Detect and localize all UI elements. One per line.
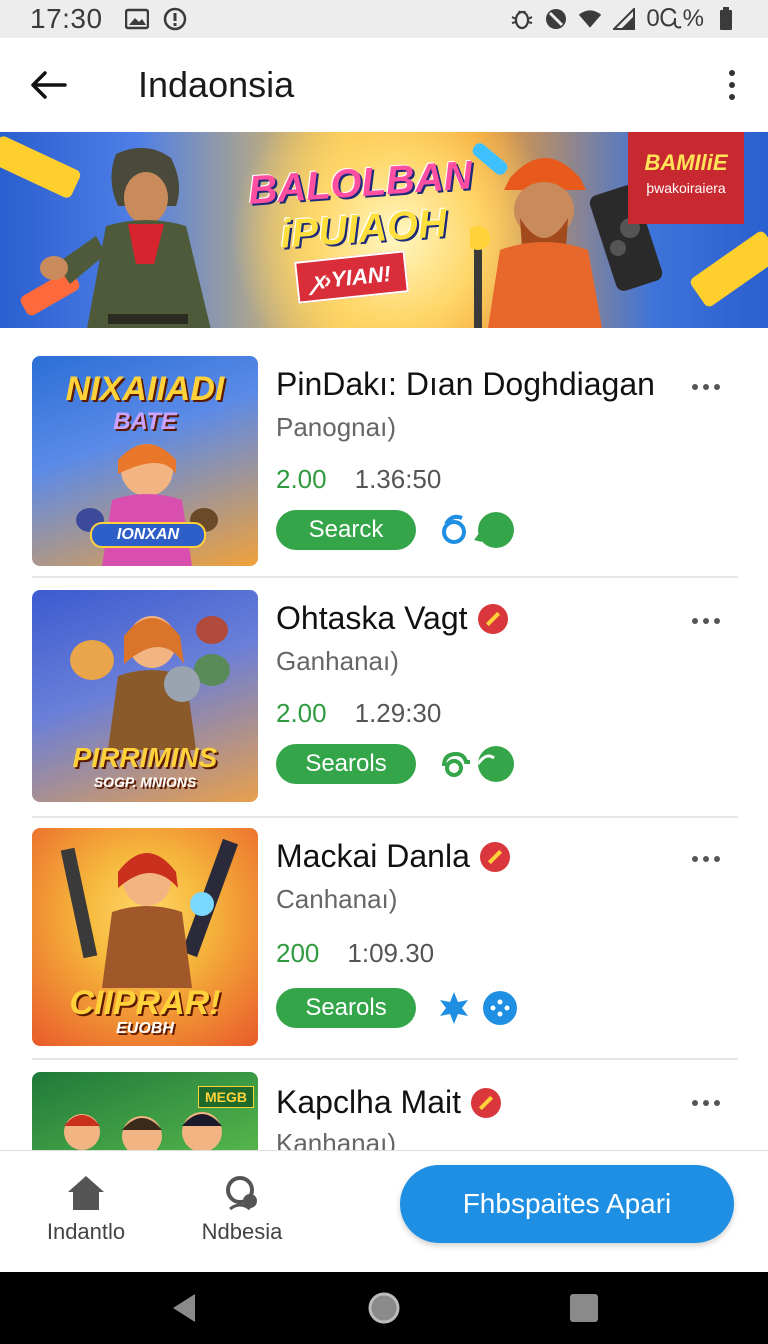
nav-item-home[interactable]: Indantlo: [42, 1171, 130, 1245]
status-time: 17:30: [30, 3, 103, 34]
signal-icon: [612, 7, 636, 31]
home-icon: [42, 1171, 130, 1215]
verified-badge-icon: [479, 841, 510, 872]
game-rating: 2.00: [276, 698, 327, 728]
game-subtitle: Canhanaı): [276, 884, 398, 914]
game-action-icons[interactable]: [438, 744, 518, 784]
list-item[interactable]: MEGB Kapclha Mait Kanhanaı): [32, 1072, 738, 1150]
primary-action-button[interactable]: Fhbspaites Apari: [400, 1165, 734, 1243]
more-horizontal-icon[interactable]: [684, 376, 728, 398]
list-item[interactable]: PIRRIMINS SOGP. MNIONS Ohtaska Vagt Ganh…: [32, 590, 738, 815]
game-action-icons[interactable]: [438, 988, 518, 1028]
game-list: NIXAIIADI BATE IONXAN PinDakı: Dıan Dogh…: [0, 328, 768, 1150]
nav-label-home: Indantlo: [46, 1219, 126, 1244]
list-divider: [32, 816, 738, 818]
game-character-art: [60, 838, 239, 988]
share-chat-icon: [442, 746, 514, 782]
game-title[interactable]: Mackai Danla: [276, 838, 510, 875]
search-button[interactable]: Searols: [276, 988, 416, 1028]
nav-label-search: Ndbesia: [201, 1219, 283, 1244]
game-subtitle: Ganhanaı): [276, 646, 399, 676]
banner-shard: [688, 229, 768, 309]
list-divider: [32, 576, 738, 578]
search-button[interactable]: Searck: [276, 510, 416, 550]
game-title[interactable]: PinDakı: Dıan Doghdiagan: [276, 366, 655, 403]
game-thumbnail[interactable]: PIRRIMINS SOGP. MNIONS: [32, 590, 258, 802]
thumb-caption-bottom: SOGP. MNIONS: [93, 774, 197, 790]
game-meta: 200 1:09.30: [276, 938, 434, 969]
arrow-left-icon: [31, 71, 67, 99]
battery-percent: 0Ꮹ%: [646, 5, 704, 32]
wifi-icon: [578, 7, 602, 31]
game-action-icons[interactable]: [438, 510, 518, 550]
nav-item-search[interactable]: Ndbesia: [196, 1171, 288, 1245]
game-meta: 2.00 1.36:50: [276, 464, 441, 495]
bug-icon: [510, 7, 534, 31]
more-horizontal-icon[interactable]: [684, 610, 728, 632]
system-home-icon[interactable]: [364, 1288, 404, 1328]
page-title: Indaonsia: [138, 64, 295, 105]
list-item[interactable]: NIXAIIADI BATE IONXAN PinDakı: Dıan Dogh…: [32, 356, 738, 576]
thumb-caption-top: PIRRIMINS: [72, 742, 218, 773]
game-title-text: Ohtaska Vagt: [276, 600, 468, 636]
game-meta: 2.00 1.29:30: [276, 698, 441, 729]
game-thumbnail[interactable]: NIXAIIADI BATE IONXAN: [32, 356, 258, 566]
badge-dots-icon: [440, 991, 517, 1025]
game-thumbnail[interactable]: MEGB: [32, 1072, 258, 1150]
verified-badge-icon: [470, 1087, 501, 1118]
system-recents-icon[interactable]: [564, 1288, 604, 1328]
game-time: 1:09.30: [347, 938, 435, 968]
app-bar: Indaonsia: [0, 38, 768, 132]
image-icon: [124, 7, 149, 31]
alert-circle-icon: [163, 7, 187, 31]
thumb-caption-top: NIXAIIADI: [65, 370, 225, 408]
game-thumbnail[interactable]: CIIPRAR! EUOBH: [32, 828, 258, 1046]
system-back-icon[interactable]: [164, 1288, 204, 1328]
game-time: 1.36:50: [354, 464, 442, 494]
search-user-icon: [196, 1171, 288, 1215]
back-button[interactable]: [0, 38, 96, 132]
game-title-text: Mackai Danla: [276, 838, 470, 874]
banner-badge-subtitle: þwakoiraiera: [646, 180, 726, 196]
list-divider: [32, 1058, 738, 1060]
share-chat-icon: [442, 512, 514, 548]
more-vertical-icon[interactable]: [696, 38, 768, 132]
more-horizontal-icon[interactable]: [684, 848, 728, 870]
thumb-caption-bottom: IONXAN: [90, 522, 206, 548]
do-not-disturb-icon: [544, 7, 568, 31]
soldier-character-image: [40, 147, 211, 328]
game-title-text: PinDakı: Dıan Doghdiagan: [276, 366, 655, 402]
game-subtitle: Kanhanaı): [276, 1128, 396, 1150]
game-rating: 200: [276, 938, 320, 968]
thumb-caption-bottom: EUOBH: [116, 1020, 174, 1037]
search-button[interactable]: Searols: [276, 744, 416, 784]
banner-badge-title: BAMIliE: [644, 150, 728, 175]
thumb-caption-top: CIIPRAR!: [69, 984, 221, 1022]
more-horizontal-icon[interactable]: [684, 1092, 728, 1114]
game-title[interactable]: Kapclha Mait: [276, 1084, 501, 1121]
game-subtitle: Panognaı): [276, 412, 396, 442]
game-title-text: Kapclha Mait: [276, 1084, 461, 1120]
banner-headline: BALOLBAN iPUIAOH: [229, 151, 495, 261]
game-time: 1.29:30: [354, 698, 442, 728]
thumb-caption-top: MEGB: [198, 1086, 254, 1108]
game-character-art: [70, 616, 230, 750]
status-bar: 17:30 0Ꮹ%: [0, 0, 768, 38]
banner-badge: BAMIliE þwakoiraiera: [628, 132, 744, 224]
game-rating: 2.00: [276, 464, 327, 494]
battery-icon: [714, 7, 738, 31]
system-navigation-bar: [0, 1272, 768, 1344]
bottom-navigation: Indantlo Ndbesia Fhbspaites Apari: [0, 1150, 768, 1272]
list-item[interactable]: CIIPRAR! EUOBH Mackai Danla Canhanaı) 20…: [32, 828, 738, 1053]
game-title[interactable]: Ohtaska Vagt: [276, 600, 508, 637]
promo-banner[interactable]: BALOLBAN iPUIAOH ꭗ›YIAN! BAMIliE þwakoir…: [0, 132, 768, 328]
verified-badge-icon: [477, 603, 508, 634]
